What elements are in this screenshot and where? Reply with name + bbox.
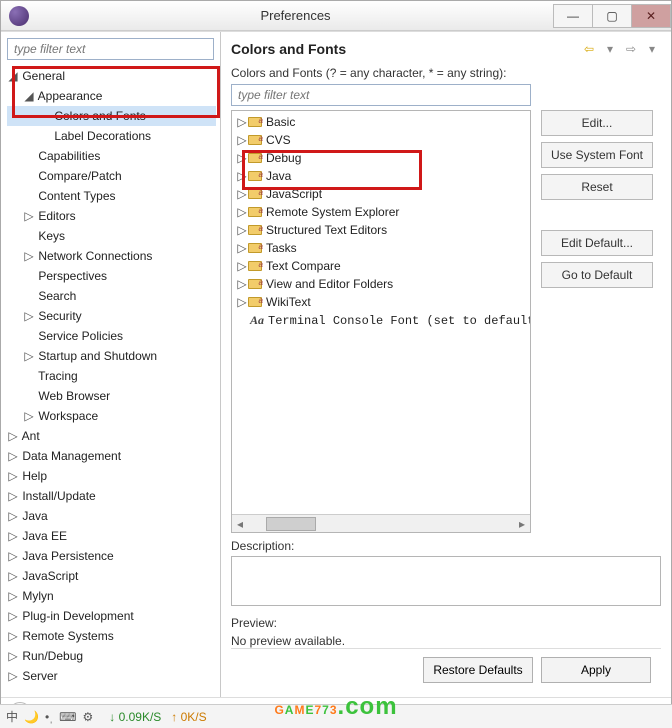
tree-item[interactable]: Colors and Fonts: [7, 106, 216, 126]
tree-item[interactable]: ▷ Help: [7, 466, 216, 486]
list-item[interactable]: ▷Tasks: [232, 239, 530, 257]
list-item[interactable]: ▷CVS: [232, 131, 530, 149]
eclipse-icon: [9, 6, 29, 26]
tree-item[interactable]: ▷ Workspace: [7, 406, 216, 426]
preview-label: Preview:: [231, 616, 661, 630]
tree-item[interactable]: Perspectives: [7, 266, 216, 286]
left-panel: ◢ General◢ Appearance Colors and Fonts L…: [1, 32, 221, 697]
list-item[interactable]: ▷JavaScript: [232, 185, 530, 203]
list-item[interactable]: ▷Remote System Explorer: [232, 203, 530, 221]
ime-icons[interactable]: 中🌙•ˌ⌨⚙: [6, 708, 99, 725]
right-panel: Colors and Fonts ⇦ ▾ ⇨ ▾ Colors and Font…: [221, 32, 671, 697]
list-item[interactable]: ▷Text Compare: [232, 257, 530, 275]
use-system-font-button[interactable]: Use System Font: [541, 142, 653, 168]
back-menu-icon[interactable]: ▾: [601, 40, 619, 58]
tree-item[interactable]: Capabilities: [7, 146, 216, 166]
font-icon: Aa: [250, 311, 264, 329]
go-to-default-button[interactable]: Go to Default: [541, 262, 653, 288]
folder-icon: [248, 261, 262, 271]
tree-item[interactable]: Tracing: [7, 366, 216, 386]
tree-item[interactable]: Web Browser: [7, 386, 216, 406]
folder-icon: [248, 279, 262, 289]
tree-item[interactable]: Keys: [7, 226, 216, 246]
restore-defaults-button[interactable]: Restore Defaults: [423, 657, 533, 683]
preview-text: No preview available.: [231, 634, 661, 648]
filter-input[interactable]: [7, 38, 214, 60]
tree-item[interactable]: ◢ General: [7, 66, 216, 86]
download-speed: ↓ 0.09K/S: [109, 710, 161, 724]
tree-item[interactable]: ▷ Run/Debug: [7, 646, 216, 666]
list-item[interactable]: ▷View and Editor Folders: [232, 275, 530, 293]
description-box: [231, 556, 661, 606]
folder-icon: [248, 189, 262, 199]
tree-item[interactable]: ▷ Editors: [7, 206, 216, 226]
tree-item[interactable]: ▷ Data Management: [7, 446, 216, 466]
tree-item[interactable]: ▷ Install/Update: [7, 486, 216, 506]
tree-item[interactable]: ▷ Network Connections: [7, 246, 216, 266]
tree-item[interactable]: Service Policies: [7, 326, 216, 346]
tree-item[interactable]: Label Decorations: [7, 126, 216, 146]
apply-button[interactable]: Apply: [541, 657, 651, 683]
tree-item[interactable]: ▷ Security: [7, 306, 216, 326]
tree-item[interactable]: Compare/Patch: [7, 166, 216, 186]
horizontal-scrollbar[interactable]: ◂▸: [232, 514, 530, 532]
folder-icon: [248, 135, 262, 145]
subtitle: Colors and Fonts (? = any character, * =…: [231, 66, 661, 80]
titlebar: Preferences — ▢ ✕: [1, 1, 671, 31]
tree-item[interactable]: ▷ Mylyn: [7, 586, 216, 606]
folder-icon: [248, 225, 262, 235]
list-item[interactable]: ▷WikiText: [232, 293, 530, 311]
watermark: GAME773.com: [274, 676, 397, 724]
tree-item[interactable]: ◢ Appearance: [7, 86, 216, 106]
list-item[interactable]: ▷Structured Text Editors: [232, 221, 530, 239]
colors-fonts-list[interactable]: ▷Basic▷CVS▷Debug▷Java▷JavaScript▷Remote …: [231, 110, 531, 533]
tree-item[interactable]: ▷ Team: [7, 686, 216, 691]
tree-item[interactable]: ▷ Startup and Shutdown: [7, 346, 216, 366]
list-item[interactable]: ▷Java: [232, 167, 530, 185]
tree-item[interactable]: ▷ Remote Systems: [7, 626, 216, 646]
folder-icon: [248, 153, 262, 163]
folder-icon: [248, 297, 262, 307]
tree-item[interactable]: ▷ JavaScript: [7, 566, 216, 586]
folder-icon: [248, 243, 262, 253]
folder-icon: [248, 117, 262, 127]
reset-button[interactable]: Reset: [541, 174, 653, 200]
edit-default-button[interactable]: Edit Default...: [541, 230, 653, 256]
folder-icon: [248, 207, 262, 217]
tree-item[interactable]: Search: [7, 286, 216, 306]
description-label: Description:: [231, 539, 661, 553]
upload-speed: ↑ 0K/S: [171, 710, 206, 724]
tree-item[interactable]: ▷ Server: [7, 666, 216, 686]
window-title: Preferences: [37, 8, 554, 23]
list-item[interactable]: AaTerminal Console Font (set to default: [232, 311, 530, 330]
forward-menu-icon[interactable]: ▾: [643, 40, 661, 58]
minimize-button[interactable]: —: [553, 4, 593, 28]
edit-button[interactable]: Edit...: [541, 110, 653, 136]
preferences-window: Preferences — ▢ ✕ ◢ General◢ Appearance …: [0, 0, 672, 728]
folder-icon: [248, 171, 262, 181]
forward-icon[interactable]: ⇨: [622, 40, 640, 58]
close-button[interactable]: ✕: [631, 4, 671, 28]
tree-item[interactable]: ▷ Java Persistence: [7, 546, 216, 566]
tree-item[interactable]: ▷ Java: [7, 506, 216, 526]
tree-item[interactable]: ▷ Plug-in Development: [7, 606, 216, 626]
colors-filter-input[interactable]: [231, 84, 531, 106]
tree-item[interactable]: Content Types: [7, 186, 216, 206]
list-item[interactable]: ▷Basic: [232, 113, 530, 131]
tree-item[interactable]: ▷ Ant: [7, 426, 216, 446]
category-tree[interactable]: ◢ General◢ Appearance Colors and Fonts L…: [5, 66, 216, 691]
back-icon[interactable]: ⇦: [580, 40, 598, 58]
list-item[interactable]: ▷Debug: [232, 149, 530, 167]
tree-item[interactable]: ▷ Java EE: [7, 526, 216, 546]
maximize-button[interactable]: ▢: [592, 4, 632, 28]
page-heading: Colors and Fonts: [231, 41, 577, 57]
